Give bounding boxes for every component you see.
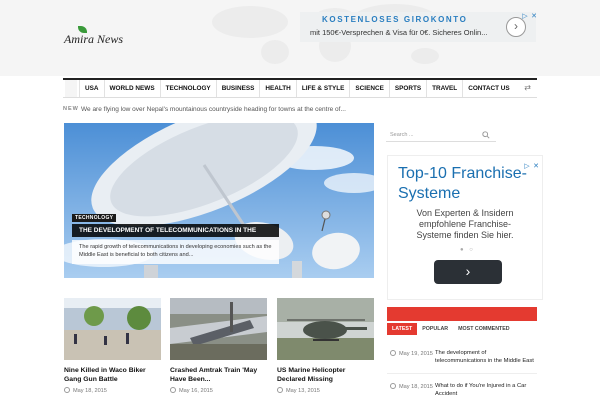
tabs-accent-bar — [387, 307, 537, 323]
nav-item-business[interactable]: BUSINESS — [215, 80, 260, 97]
article-date: May 16, 2015 — [170, 387, 213, 394]
nav-item-sports[interactable]: SPORTS — [388, 80, 426, 97]
ad-headline: KOSTENLOSES GIROKONTO — [322, 15, 468, 24]
carousel-dots[interactable]: ● ○ — [460, 247, 475, 253]
clock-icon — [170, 387, 176, 393]
category-label[interactable]: TECHNOLOGY — [72, 214, 117, 222]
divider — [387, 373, 537, 374]
sidebar-ad-headline: Top-10 Franchise-Systeme — [398, 165, 527, 202]
helicopter-image — [277, 298, 374, 360]
article-date: May 18, 2015 — [64, 387, 107, 394]
site-header: Amira News ▷ ✕ KOSTENLOSES GIROKONTO mit… — [0, 0, 600, 76]
article-title[interactable]: US Marine Helicopter Declared Missing — [277, 366, 374, 384]
waco-scene-image — [64, 298, 161, 360]
search-box[interactable]: Search ... — [386, 130, 496, 142]
article-title[interactable]: Crashed Amtrak Train 'May Have Been... — [170, 366, 267, 384]
sidebar-ad[interactable]: ▷ ✕ Top-10 Franchise-Systeme Von Experte… — [387, 155, 543, 300]
nav-item-world-news[interactable]: WORLD NEWS — [103, 80, 160, 97]
sidebar-ad-button[interactable]: › — [434, 260, 502, 284]
logo-text: Amira News — [64, 32, 124, 46]
sidebar-tabs: LATEST POPULAR MOST COMMENTED — [387, 323, 515, 335]
latest-date: May 19, 2015 — [390, 350, 433, 357]
nav-item-science[interactable]: SCIENCE — [349, 80, 388, 97]
featured-excerpt: The rapid growth of telecommunications i… — [72, 240, 279, 264]
ticker-text[interactable]: We are flying low over Nepal's mountaino… — [81, 106, 346, 113]
clock-icon — [277, 387, 283, 393]
ad-close-icon[interactable]: ✕ — [529, 12, 539, 22]
article-date: May 13, 2015 — [277, 387, 320, 394]
clock-icon — [64, 387, 70, 393]
article-thumbnail[interactable] — [277, 298, 374, 360]
shuffle-icon[interactable]: ⇄ — [524, 83, 531, 92]
search-icon[interactable] — [482, 131, 490, 139]
clock-icon — [390, 383, 396, 389]
nav-item-travel[interactable]: TRAVEL — [426, 80, 462, 97]
latest-title[interactable]: The development of telecommunications in… — [435, 349, 535, 365]
sidebar-ad-body: Von Experten & Insidern empfohlene Franc… — [416, 208, 514, 240]
tab-most-commented[interactable]: MOST COMMENTED — [453, 323, 515, 335]
top-banner-ad[interactable]: ▷ ✕ KOSTENLOSES GIROKONTO mit 150€-Versp… — [300, 12, 539, 42]
home-icon — [65, 80, 77, 97]
nav-item-contact-us[interactable]: CONTACT US — [462, 80, 514, 97]
news-ticker: NEW We are flying low over Nepal's mount… — [63, 106, 537, 116]
nav-item-usa[interactable]: USA — [79, 80, 104, 97]
tab-popular[interactable]: POPULAR — [417, 323, 453, 335]
clock-icon — [390, 350, 396, 356]
article-thumbnail[interactable] — [64, 298, 161, 360]
nav-home[interactable] — [63, 80, 79, 97]
ticker-label: NEW — [63, 106, 79, 112]
article-thumbnail[interactable] — [170, 298, 267, 360]
main-navigation: USA WORLD NEWS TECHNOLOGY BUSINESS HEALT… — [63, 78, 537, 98]
search-input[interactable]: Search ... — [390, 132, 414, 138]
nav-item-life-style[interactable]: LIFE & STYLE — [295, 80, 350, 97]
nav-item-health[interactable]: HEALTH — [259, 80, 295, 97]
featured-article[interactable]: TECHNOLOGY THE DEVELOPMENT OF TELECOMMUN… — [64, 123, 374, 278]
tab-latest[interactable]: LATEST — [387, 323, 418, 335]
latest-date: May 18, 2015 — [390, 383, 433, 390]
featured-title[interactable]: THE DEVELOPMENT OF TELECOMMUNICATIONS IN… — [72, 224, 279, 237]
ad-go-button[interactable]: › — [506, 17, 526, 37]
ad-subline: mit 150€-Versprechen & Visa für 0€. Sich… — [310, 28, 488, 37]
article-title[interactable]: Nine Killed in Waco Biker Gang Gun Battl… — [64, 366, 161, 384]
site-logo[interactable]: Amira News — [64, 26, 138, 50]
train-crash-image — [170, 298, 267, 360]
latest-title[interactable]: What to do if You're Injured in a Car Ac… — [435, 382, 535, 398]
nav-item-technology[interactable]: TECHNOLOGY — [159, 80, 216, 97]
